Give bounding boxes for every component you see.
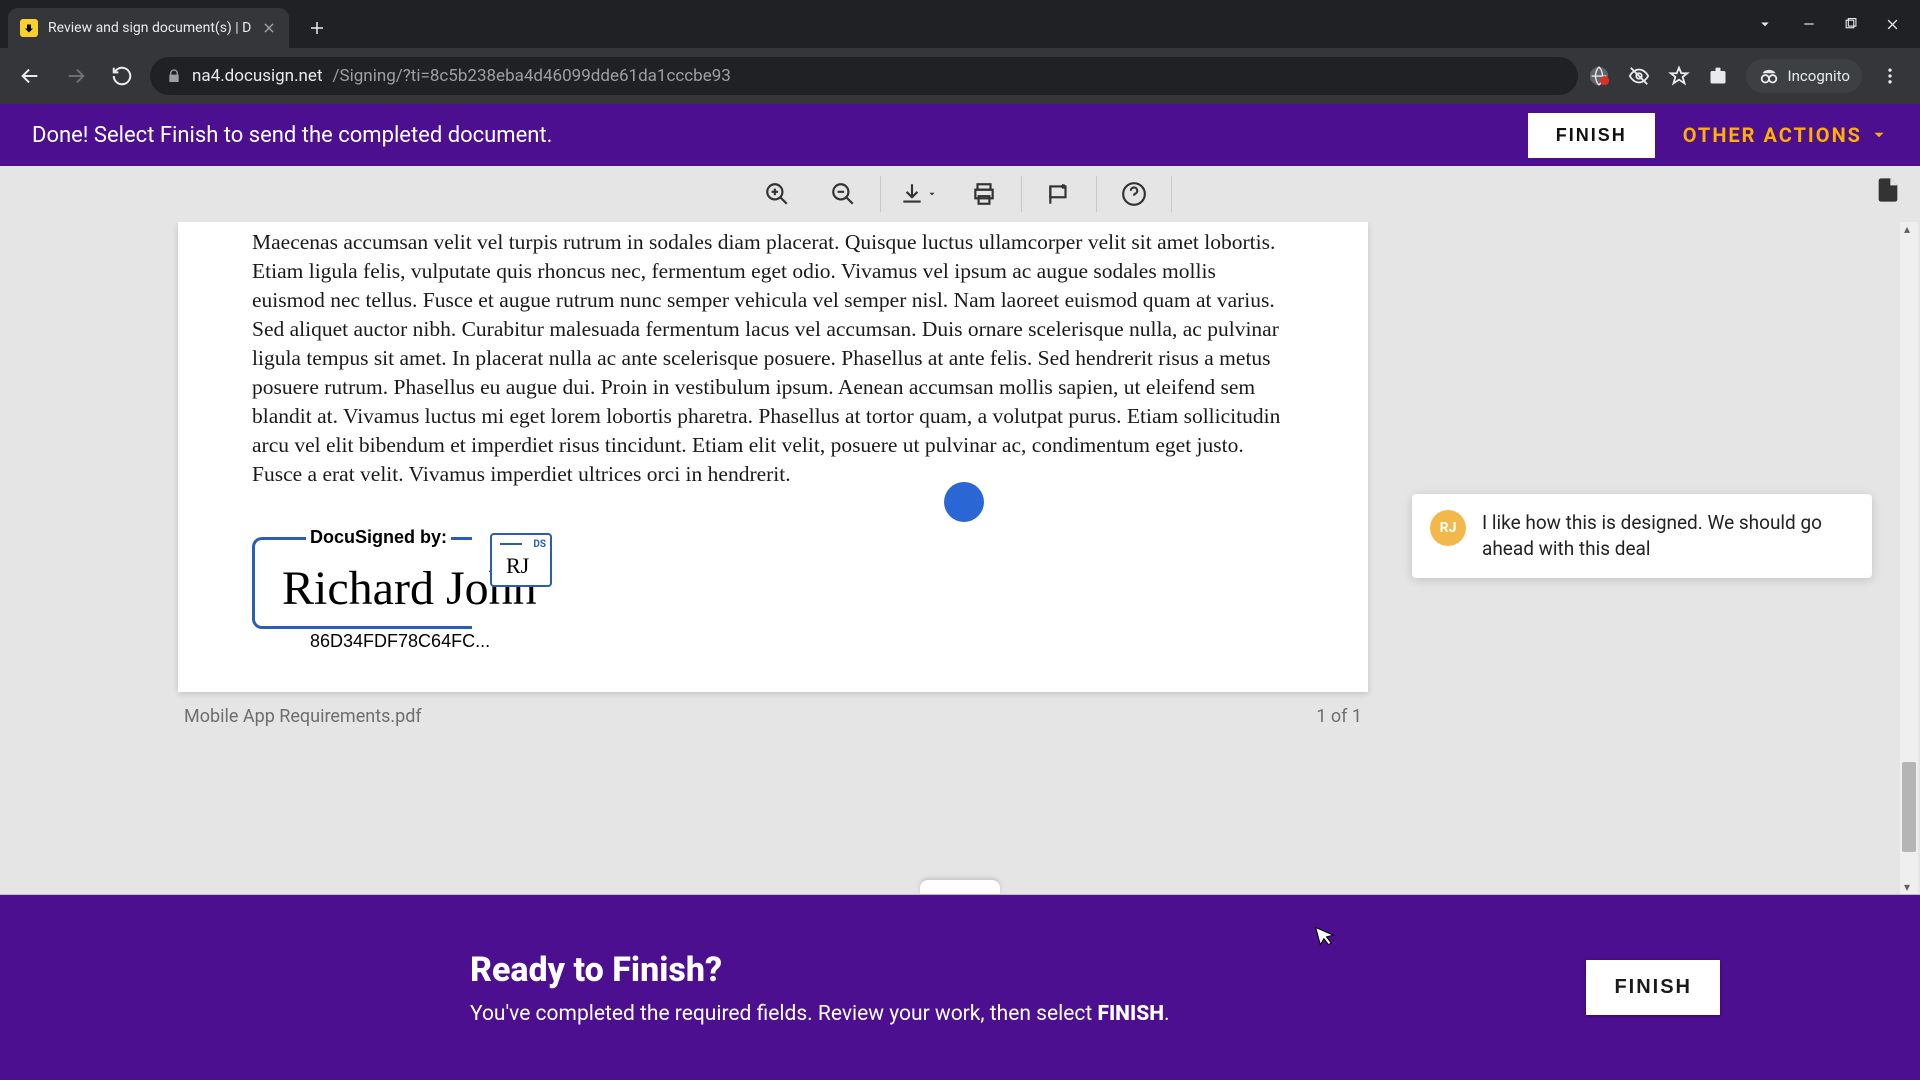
document-page[interactable]: Maecenas accumsan velit vel turpis rutru…: [178, 222, 1368, 692]
toolbar-separator: [1171, 176, 1172, 212]
zoom-out-button[interactable]: [810, 174, 876, 214]
browser-tab-strip: Review and sign document(s) | D: [0, 0, 1920, 48]
new-tab-button[interactable]: [301, 12, 333, 44]
help-button[interactable]: [1101, 174, 1167, 214]
signature-hash: 86D34FDF78C64FC...: [306, 631, 494, 652]
other-actions-label: OTHER ACTIONS: [1683, 123, 1862, 147]
document-area: Maecenas accumsan velit vel turpis rutru…: [178, 222, 1368, 727]
other-actions-dropdown[interactable]: OTHER ACTIONS: [1683, 123, 1888, 147]
finish-subtext: You've completed the required fields. Re…: [470, 1002, 1170, 1026]
chevron-down-icon: [1870, 126, 1888, 144]
initials-box[interactable]: DS RJ: [490, 533, 552, 587]
vertical-scrollbar[interactable]: ▴ ▾: [1900, 222, 1918, 894]
print-button[interactable]: [951, 174, 1017, 214]
ds-line: [500, 543, 522, 545]
close-window-icon[interactable]: [1885, 17, 1900, 32]
document-toolbar: [0, 166, 1920, 222]
finish-subtext-bold: FINISH: [1097, 1002, 1164, 1026]
tab-title: Review and sign document(s) | D: [48, 20, 251, 36]
extensions-icon[interactable]: [1708, 66, 1728, 86]
zoom-in-button[interactable]: [744, 174, 810, 214]
bookmark-icon[interactable]: [1668, 65, 1690, 87]
back-button[interactable]: [12, 58, 48, 94]
browser-nav-bar: na4.docusign.net/Signing/?ti=8c5b238eba4…: [0, 48, 1920, 104]
finish-subtext-prefix: You've completed the required fields. Re…: [470, 1002, 1097, 1026]
page-indicator: 1 of 1: [1316, 706, 1362, 727]
comment-flag-button[interactable]: [1026, 174, 1092, 214]
eye-blocked-icon[interactable]: [1628, 65, 1650, 87]
minimize-icon[interactable]: [1802, 17, 1816, 31]
translate-icon[interactable]: [1588, 65, 1610, 87]
kebab-menu-icon[interactable]: [1880, 66, 1900, 86]
cursor-icon: [1313, 921, 1339, 949]
comment-marker-icon[interactable]: [944, 482, 984, 522]
scroll-tab[interactable]: [920, 880, 1000, 894]
header-message: Done! Select Finish to send the complete…: [32, 123, 552, 148]
initials-text: RJ: [506, 553, 529, 579]
browser-right-icons: Incognito: [1588, 59, 1908, 93]
document-filename: Mobile App Requirements.pdf: [184, 706, 422, 727]
tab-close-icon[interactable]: [261, 20, 277, 36]
url-domain: na4.docusign.net: [192, 66, 323, 86]
signature-block[interactable]: DocuSigned by: Richard John DS RJ 86D34F…: [252, 527, 532, 582]
incognito-label: Incognito: [1788, 67, 1850, 85]
tab-search-icon[interactable]: [1756, 15, 1774, 33]
scrollbar-thumb[interactable]: [1902, 762, 1916, 852]
document-footer: Mobile App Requirements.pdf 1 of 1: [178, 692, 1368, 727]
app-header: Done! Select Finish to send the complete…: [0, 104, 1920, 166]
finish-button-bottom[interactable]: FINISH: [1586, 960, 1720, 1015]
scroll-up-icon[interactable]: ▴: [1898, 222, 1916, 236]
docusigned-by-label: DocuSigned by:: [306, 527, 451, 548]
url-path: /Signing/?ti=8c5b238eba4d46099dde61da1cc…: [333, 66, 731, 86]
documents-panel-toggle[interactable]: [1874, 176, 1902, 204]
ds-tag: DS: [533, 539, 546, 550]
window-controls: [1736, 0, 1920, 48]
comment-text: I like how this is designed. We should g…: [1482, 510, 1854, 562]
toolbar-separator: [880, 176, 881, 212]
toolbar-separator: [1096, 176, 1097, 212]
maximize-icon[interactable]: [1844, 18, 1857, 31]
incognito-badge[interactable]: Incognito: [1746, 59, 1862, 93]
toolbar-separator: [1021, 176, 1022, 212]
finish-heading: Ready to Finish?: [470, 950, 1170, 990]
document-viewer: Maecenas accumsan velit vel turpis rutru…: [0, 222, 1920, 894]
download-button[interactable]: [885, 174, 951, 214]
comment-avatar: RJ: [1430, 510, 1466, 546]
finish-panel: Ready to Finish? You've completed the re…: [0, 894, 1920, 1080]
finish-button-top[interactable]: FINISH: [1528, 113, 1655, 158]
document-body-text: Maecenas accumsan velit vel turpis rutru…: [252, 222, 1294, 489]
address-bar[interactable]: na4.docusign.net/Signing/?ti=8c5b238eba4…: [150, 57, 1578, 95]
reload-button[interactable]: [104, 58, 140, 94]
comment-card[interactable]: RJ I like how this is designed. We shoul…: [1412, 494, 1872, 578]
scroll-down-icon[interactable]: ▾: [1898, 880, 1916, 894]
finish-subtext-suffix: .: [1164, 1002, 1170, 1026]
browser-tab[interactable]: Review and sign document(s) | D: [8, 8, 289, 48]
forward-button[interactable]: [58, 58, 94, 94]
lock-icon: [166, 68, 182, 84]
tab-favicon: [20, 19, 38, 37]
chevron-down-icon: [927, 189, 937, 199]
